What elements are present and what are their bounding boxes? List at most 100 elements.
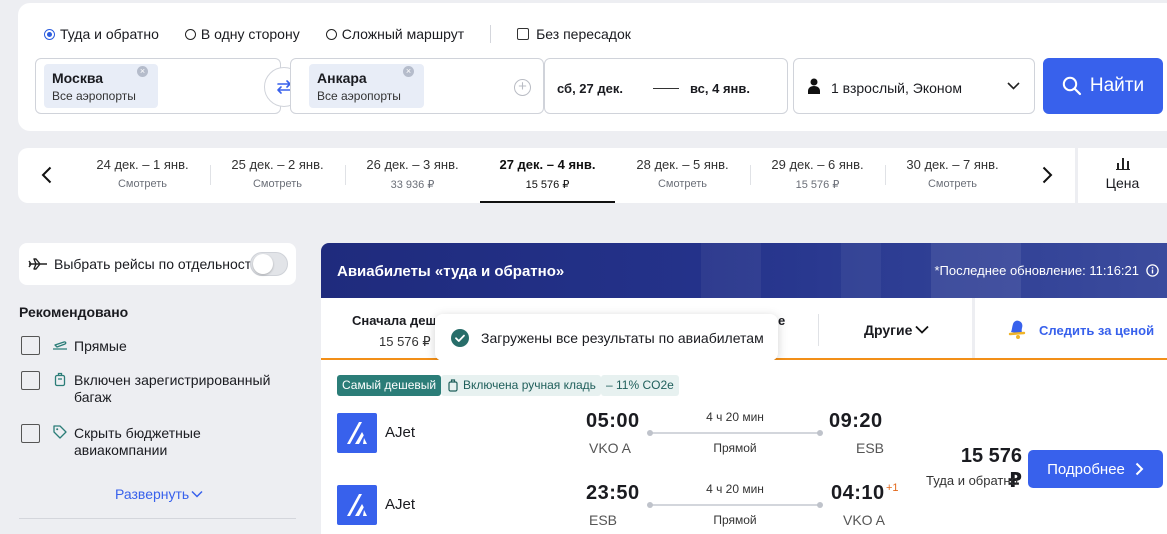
plane-icon	[28, 258, 47, 270]
person-icon	[808, 78, 820, 94]
results-loaded-toast: Загружены все результаты по авиабилетам	[435, 314, 778, 361]
checkbox-icon	[517, 28, 530, 40]
chevron-down-icon	[915, 325, 929, 334]
date-option-label: 28 дек. – 5 янв.	[636, 157, 729, 172]
departure-airport: ESB	[589, 512, 618, 528]
arrival-time: 04:10	[831, 482, 885, 504]
details-button[interactable]: Подробнее	[1028, 450, 1163, 488]
to-city: Анкара	[317, 70, 367, 86]
to-field[interactable]: Анкара Все аэропорты × +	[290, 58, 544, 114]
trip-oneway-option[interactable]: В одну сторону	[184, 26, 300, 42]
price-chart-button[interactable]: Цена	[1078, 148, 1167, 203]
route-line	[647, 502, 823, 508]
divider	[345, 165, 346, 185]
dates-field[interactable]: сб, 27 дек. вс, 4 янв.	[544, 58, 788, 114]
airline-name: AJet	[385, 496, 416, 513]
date-option-label: 24 дек. – 1 янв.	[96, 157, 189, 172]
sort-other-dropdown[interactable]: Другие	[819, 298, 970, 358]
track-price-button[interactable]: Следить за ценой	[975, 298, 1167, 358]
baggage-icon	[52, 371, 68, 387]
divider	[490, 25, 492, 43]
results-banner: Авиабилеты «туда и обратно» *Последнее о…	[321, 243, 1167, 298]
flight-result-card[interactable]: Самый дешевый Включена ручная кладь – 11…	[321, 360, 1167, 534]
banner-decoration	[701, 243, 761, 298]
hand-luggage-label: Включена ручная кладь	[463, 378, 596, 392]
clear-from-icon[interactable]: ×	[137, 66, 148, 77]
checkbox[interactable]	[21, 424, 40, 443]
date-option-price: 15 576 ₽	[795, 179, 840, 191]
filter-baggage[interactable]: Включен зарегистрированный багаж	[21, 371, 291, 406]
separate-flights-card: Выбрать рейсы по отдельности	[19, 243, 296, 285]
co2-badge: – 11% CO2e	[601, 375, 679, 396]
date-option[interactable]: 24 дек. – 1 янв. Смотреть	[75, 148, 210, 203]
last-update-text: *Последнее обновление: 11:16:21	[934, 263, 1139, 278]
flight-stops: Прямой	[713, 513, 757, 527]
date-option-label: 30 дек. – 7 янв.	[906, 157, 999, 172]
filter-direct[interactable]: Прямые	[21, 336, 127, 355]
route-line	[647, 430, 823, 436]
price-chart-label: Цена	[1105, 175, 1140, 191]
divider	[19, 518, 296, 519]
chevron-down-icon	[191, 490, 203, 498]
date-option[interactable]: 29 дек. – 6 янв. 15 576 ₽	[750, 148, 885, 203]
date-option[interactable]: 30 дек. – 7 янв. Смотреть	[885, 148, 1020, 203]
nonstop-checkbox[interactable]: Без пересадок	[517, 26, 631, 42]
separate-flights-toggle[interactable]	[250, 252, 288, 276]
tag-icon	[52, 424, 68, 440]
date-option-price: Смотреть	[927, 178, 978, 190]
date-option[interactable]: 28 дек. – 5 янв. Смотреть	[615, 148, 750, 203]
track-price-label: Следить за ценой	[1039, 323, 1155, 338]
filter-direct-label: Прямые	[74, 338, 127, 354]
departure-time: 23:50	[586, 482, 640, 504]
clear-to-icon[interactable]: ×	[403, 66, 414, 77]
flexible-dates-strip: 24 дек. – 1 янв. Смотреть 25 дек. – 2 ян…	[18, 148, 1075, 203]
sort-cheapest-label: Сначала дешевые	[352, 313, 435, 328]
ajet-logo-icon	[347, 494, 367, 516]
trip-multi-option[interactable]: Сложный маршрут	[325, 26, 464, 42]
from-field[interactable]: Москва Все аэропорты ×	[35, 58, 281, 114]
filter-budget[interactable]: Скрыть бюджетные авиакомпании	[21, 424, 291, 459]
check-circle-icon	[451, 328, 469, 347]
toast-message: Загружены все результаты по авиабилетам	[481, 329, 764, 346]
filter-budget-label: Скрыть бюджетные авиакомпании	[74, 425, 201, 458]
hand-luggage-badge: Включена ручная кладь	[441, 375, 601, 396]
search-button[interactable]: Найти	[1043, 58, 1163, 114]
details-button-label: Подробнее	[1047, 460, 1125, 478]
chevron-left-icon	[41, 166, 51, 184]
recommended-title: Рекомендовано	[19, 304, 129, 320]
passengers-field[interactable]: 1 взрослый, Эконом	[793, 58, 1035, 114]
date-option[interactable]: 25 дек. – 2 янв. Смотреть	[210, 148, 345, 203]
sort-cheapest-tab[interactable]: Сначала дешевые 15 576 ₽	[321, 298, 435, 358]
date-option-selected[interactable]: 27 дек. – 4 янв. 15 576 ₽	[480, 148, 615, 203]
search-icon	[1062, 76, 1081, 96]
sort-cheapest-price: 15 576 ₽	[379, 334, 431, 349]
return-date: вс, 4 янв.	[690, 81, 751, 96]
radio-selected-icon	[44, 28, 55, 40]
info-icon[interactable]	[1146, 264, 1159, 277]
luggage-icon	[448, 379, 458, 392]
arrival-airport: VKO A	[843, 512, 886, 528]
add-route-icon[interactable]: +	[514, 79, 531, 96]
dates-next-button[interactable]	[1035, 162, 1059, 188]
date-option-price: Смотреть	[252, 178, 303, 190]
bell-icon	[1008, 320, 1026, 339]
divider	[210, 165, 211, 185]
from-airports: Все аэропорты	[52, 89, 136, 103]
radio-icon	[325, 28, 337, 40]
trip-round-option[interactable]: Туда и обратно	[44, 26, 159, 42]
dates-prev-button[interactable]	[34, 162, 58, 188]
checkbox[interactable]	[21, 371, 40, 390]
bar-chart-icon	[1115, 158, 1130, 170]
trip-type-selector: Туда и обратно В одну сторону Сложный ма…	[44, 25, 657, 43]
checkbox[interactable]	[21, 336, 40, 355]
expand-filters-link[interactable]: Развернуть	[115, 486, 203, 502]
arrival-time: 09:20	[829, 410, 883, 432]
date-option-label: 27 дек. – 4 янв.	[499, 157, 596, 172]
from-city: Москва	[52, 70, 104, 86]
day-shift: +1	[886, 482, 899, 494]
last-update: *Последнее обновление: 11:16:21	[934, 263, 1159, 278]
price-note: Туда и обратно	[926, 473, 1018, 488]
direct-flight-icon	[52, 336, 68, 352]
date-option[interactable]: 26 дек. – 3 янв. 33 936 ₽	[345, 148, 480, 203]
ajet-logo-icon	[347, 422, 367, 444]
